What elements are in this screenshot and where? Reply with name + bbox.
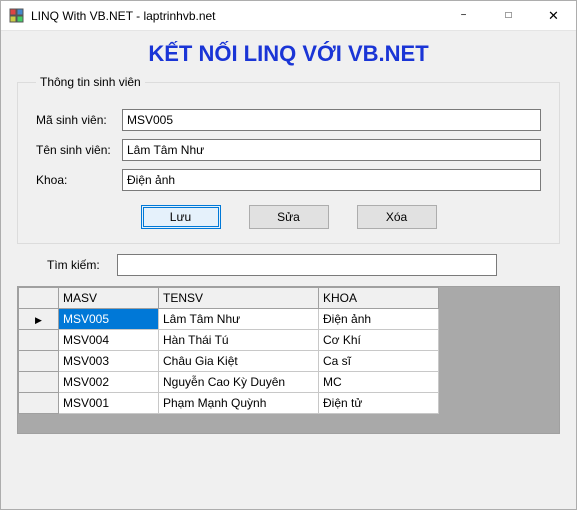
app-icon bbox=[9, 8, 25, 24]
cell-khoa[interactable]: Ca sĩ bbox=[319, 351, 439, 372]
group-legend: Thông tin sinh viên bbox=[36, 75, 145, 89]
table-row[interactable]: MSV001Phạm Mạnh QuỳnhĐiện tử bbox=[19, 393, 439, 414]
cell-tensv[interactable]: Nguyễn Cao Kỳ Duyên bbox=[159, 372, 319, 393]
grid-header-tensv[interactable]: TENSV bbox=[159, 288, 319, 309]
cell-masv[interactable]: MSV004 bbox=[59, 330, 159, 351]
client-area: KẾT NỐI LINQ VỚI VB.NET Thông tin sinh v… bbox=[1, 31, 576, 509]
data-grid[interactable]: MASV TENSV KHOA ▶ MSV005Lâm Tâm NhưĐiện ả… bbox=[17, 286, 560, 434]
grid-header-row: MASV TENSV KHOA bbox=[19, 288, 439, 309]
grid-header-khoa[interactable]: KHOA bbox=[319, 288, 439, 309]
table-row[interactable]: MSV004Hàn Thái TúCơ Khí bbox=[19, 330, 439, 351]
cell-khoa[interactable]: MC bbox=[319, 372, 439, 393]
cell-tensv[interactable]: Hàn Thái Tú bbox=[159, 330, 319, 351]
student-info-group: Thông tin sinh viên Mã sinh viên: Tên si… bbox=[17, 75, 560, 244]
row-header[interactable] bbox=[19, 372, 59, 393]
cell-masv[interactable]: MSV005 bbox=[59, 309, 159, 330]
row-header[interactable] bbox=[19, 393, 59, 414]
row-header[interactable] bbox=[19, 351, 59, 372]
khoa-label: Khoa: bbox=[36, 173, 122, 187]
maximize-button[interactable]: □ bbox=[486, 1, 531, 30]
cell-khoa[interactable]: Điện tử bbox=[319, 393, 439, 414]
save-button[interactable]: Lưu bbox=[141, 205, 221, 229]
edit-button[interactable]: Sửa bbox=[249, 205, 329, 229]
search-label: Tìm kiếm: bbox=[47, 258, 117, 272]
table-row[interactable]: MSV002Nguyễn Cao Kỳ DuyênMC bbox=[19, 372, 439, 393]
khoa-input[interactable] bbox=[122, 169, 541, 191]
row-header[interactable] bbox=[19, 330, 59, 351]
cell-masv[interactable]: MSV003 bbox=[59, 351, 159, 372]
titlebar[interactable]: LINQ With VB.NET - laptrinhvb.net − □ ✕ bbox=[1, 1, 576, 31]
cell-khoa[interactable]: Cơ Khí bbox=[319, 330, 439, 351]
cell-tensv[interactable]: Châu Gia Kiệt bbox=[159, 351, 319, 372]
grid-header-masv[interactable]: MASV bbox=[59, 288, 159, 309]
cell-masv[interactable]: MSV001 bbox=[59, 393, 159, 414]
table-row[interactable]: ▶ MSV005Lâm Tâm NhưĐiện ảnh bbox=[19, 309, 439, 330]
page-title: KẾT NỐI LINQ VỚI VB.NET bbox=[17, 41, 560, 67]
grid-corner[interactable] bbox=[19, 288, 59, 309]
row-header[interactable]: ▶ bbox=[19, 309, 59, 330]
masv-input[interactable] bbox=[122, 109, 541, 131]
close-button[interactable]: ✕ bbox=[531, 1, 576, 30]
minimize-button[interactable]: − bbox=[441, 1, 486, 30]
window-title: LINQ With VB.NET - laptrinhvb.net bbox=[31, 9, 441, 23]
cell-tensv[interactable]: Lâm Tâm Như bbox=[159, 309, 319, 330]
tensv-input[interactable] bbox=[122, 139, 541, 161]
delete-button[interactable]: Xóa bbox=[357, 205, 437, 229]
masv-label: Mã sinh viên: bbox=[36, 113, 122, 127]
cell-tensv[interactable]: Phạm Mạnh Quỳnh bbox=[159, 393, 319, 414]
cell-khoa[interactable]: Điện ảnh bbox=[319, 309, 439, 330]
tensv-label: Tên sinh viên: bbox=[36, 143, 122, 157]
table-row[interactable]: MSV003Châu Gia KiệtCa sĩ bbox=[19, 351, 439, 372]
current-row-indicator-icon: ▶ bbox=[35, 315, 42, 325]
search-input[interactable] bbox=[117, 254, 497, 276]
cell-masv[interactable]: MSV002 bbox=[59, 372, 159, 393]
